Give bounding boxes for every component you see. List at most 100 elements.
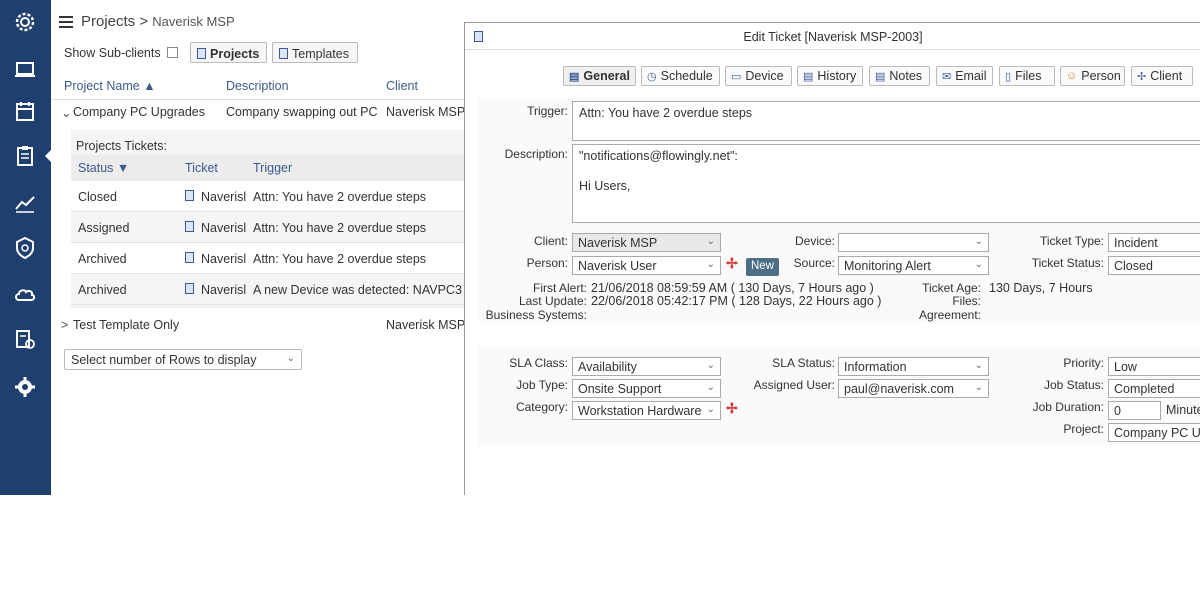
dialog-title: Edit Ticket [Naverisk MSP-2003]: [743, 30, 923, 44]
document-icon: ▤: [569, 70, 580, 83]
tab-client[interactable]: ✢ Client: [1131, 66, 1193, 86]
projects-page: Projects > Naverisk MSP Show Sub-clients…: [51, 0, 464, 495]
device-select[interactable]: ⌄: [838, 233, 989, 252]
job-type-label: Job Type:: [516, 378, 568, 392]
shield-icon[interactable]: [10, 233, 40, 263]
ticket-id[interactable]: Naverisl: [201, 221, 246, 235]
ticket-id[interactable]: Naverisl: [201, 252, 246, 266]
list-icon: [197, 48, 206, 59]
table-row[interactable]: > Test Template Only Naverisk MSP: [51, 313, 464, 337]
job-status-label: Job Status:: [1043, 378, 1104, 392]
table-row[interactable]: ⌄ Company PC Upgrades Company swapping o…: [51, 100, 464, 124]
add-category-icon[interactable]: ✢: [726, 400, 738, 417]
ticket-trigger: Attn: You have 2 overdue steps: [253, 221, 427, 235]
sla-class-label: SLA Class:: [509, 356, 568, 370]
sla-status-select[interactable]: Information ⌄: [838, 357, 989, 376]
assigned-user-select[interactable]: paul@naverisk.com ⌄: [838, 379, 989, 398]
menu-icon[interactable]: [59, 16, 73, 28]
ticket-status-select[interactable]: Closed: [1108, 256, 1200, 275]
projects-button[interactable]: Projects: [190, 42, 267, 63]
project-select[interactable]: Company PC Up: [1108, 423, 1200, 442]
description-label: Description:: [504, 147, 568, 161]
gear-icon[interactable]: [10, 372, 40, 402]
job-duration-input[interactable]: 0: [1108, 401, 1161, 420]
table-row[interactable]: Archived Naverisl A new Device was detec…: [71, 274, 464, 305]
column-trigger[interactable]: Trigger: [253, 161, 292, 175]
chevron-down-icon: ⌄: [974, 259, 983, 270]
expand-icon[interactable]: ⌄: [61, 105, 71, 120]
clipboard-icon[interactable]: [10, 141, 40, 171]
expand-icon[interactable]: >: [61, 318, 68, 332]
chevron-down-icon: ⌄: [706, 259, 715, 270]
ticket-status: Archived: [78, 252, 127, 266]
rows-per-page-select[interactable]: Select number of Rows to display ⌄: [64, 349, 302, 370]
laptop-icon[interactable]: [10, 55, 40, 85]
cloud-icon[interactable]: [10, 280, 40, 310]
tab-device[interactable]: ▭ Device: [725, 66, 792, 86]
priority-select[interactable]: Low: [1108, 357, 1200, 376]
tab-person[interactable]: ☺ Person: [1060, 66, 1125, 86]
priority-label: Priority:: [1063, 356, 1104, 370]
column-status[interactable]: Status ▼: [78, 161, 129, 175]
ticket-trigger: A new Device was detected: NAVPC3 (: [253, 283, 464, 297]
monitor-icon: ▭: [731, 70, 742, 83]
tab-email[interactable]: ✉ Email: [936, 66, 993, 86]
last-update-label: Last Update:: [518, 294, 587, 308]
column-description[interactable]: Description: [226, 79, 289, 93]
job-type-select[interactable]: Onsite Support ⌄: [572, 379, 721, 398]
sla-status-label: SLA Status:: [772, 356, 835, 370]
templates-button[interactable]: Templates: [272, 42, 358, 63]
description-field[interactable]: "notifications@flowingly.net": Hi Users,: [572, 144, 1200, 223]
chevron-down-icon: ⌄: [286, 353, 295, 364]
table-row[interactable]: Archived Naverisl Attn: You have 2 overd…: [71, 243, 464, 274]
document-user-icon[interactable]: [10, 325, 40, 355]
category-select[interactable]: Workstation Hardware ⌄: [572, 401, 721, 420]
first-alert-value: 21/06/2018 08:59:59 AM ( 130 Days, 7 Hou…: [591, 281, 874, 295]
tab-files[interactable]: ▯ Files: [999, 66, 1055, 86]
table-row[interactable]: Closed Naverisl Attn: You have 2 overdue…: [71, 181, 464, 212]
tab-schedule[interactable]: ◷ Schedule: [641, 66, 720, 86]
breadcrumb-client[interactable]: Naverisk MSP: [152, 14, 234, 29]
trigger-label: Trigger:: [527, 104, 568, 118]
source-select[interactable]: Monitoring Alert ⌄: [838, 256, 989, 275]
notes-icon: ▤: [875, 70, 886, 83]
column-project-name[interactable]: Project Name ▲: [64, 79, 156, 93]
job-status-select[interactable]: Completed: [1108, 379, 1200, 398]
show-sub-clients-checkbox[interactable]: [167, 47, 178, 58]
ticket-type-label: Ticket Type:: [1039, 234, 1104, 248]
sla-class-select[interactable]: Availability ⌄: [572, 357, 721, 376]
trigger-field[interactable]: Attn: You have 2 overdue steps: [572, 101, 1200, 141]
settings-icon[interactable]: [10, 7, 40, 37]
edit-ticket-dialog: Edit Ticket [Naverisk MSP-2003] ▤ General…: [464, 22, 1200, 495]
chart-icon[interactable]: [10, 188, 40, 218]
ticket-trigger: Attn: You have 2 overdue steps: [253, 190, 427, 204]
business-systems-label: Business Systems:: [485, 308, 587, 322]
project-name: Company PC Upgrades: [73, 105, 206, 119]
device-label: Device:: [794, 234, 835, 248]
tab-general[interactable]: ▤ General: [563, 66, 636, 86]
ticket-age-value: 130 Days, 7 Hours: [989, 281, 1093, 295]
ticket-id[interactable]: Naverisl: [201, 283, 246, 297]
last-update-value: 22/06/2018 05:42:17 PM ( 128 Days, 22 Ho…: [591, 294, 882, 308]
table-row[interactable]: Assigned Naverisl Attn: You have 2 overd…: [71, 212, 464, 243]
job-duration-unit: Minute: [1166, 403, 1200, 417]
files-icon: ▯: [1005, 70, 1012, 83]
column-client[interactable]: Client: [386, 79, 418, 93]
add-person-icon[interactable]: ✢: [726, 255, 738, 272]
dialog-title-bar: Edit Ticket [Naverisk MSP-2003]: [465, 23, 1200, 50]
tab-history[interactable]: ▤ History: [797, 66, 863, 86]
client-select[interactable]: Naverisk MSP ⌄: [572, 233, 721, 252]
calendar-icon[interactable]: [10, 96, 40, 126]
category-label: Category:: [515, 400, 568, 414]
project-description: Company swapping out PC: [226, 105, 378, 119]
chevron-down-icon: ⌄: [974, 236, 983, 247]
column-ticket[interactable]: Ticket: [185, 161, 218, 175]
agreement-label: Agreement:: [918, 308, 981, 322]
ticket-status: Archived: [78, 283, 127, 297]
project-client: Naverisk MSP: [386, 105, 464, 119]
ticket-type-select[interactable]: Incident: [1108, 233, 1200, 252]
ticket-id[interactable]: Naverisl: [201, 190, 246, 204]
person-select[interactable]: Naverisk User ⌄: [572, 256, 721, 275]
tab-notes[interactable]: ▤ Notes: [869, 66, 930, 86]
first-alert-label: First Alert:: [532, 281, 587, 295]
